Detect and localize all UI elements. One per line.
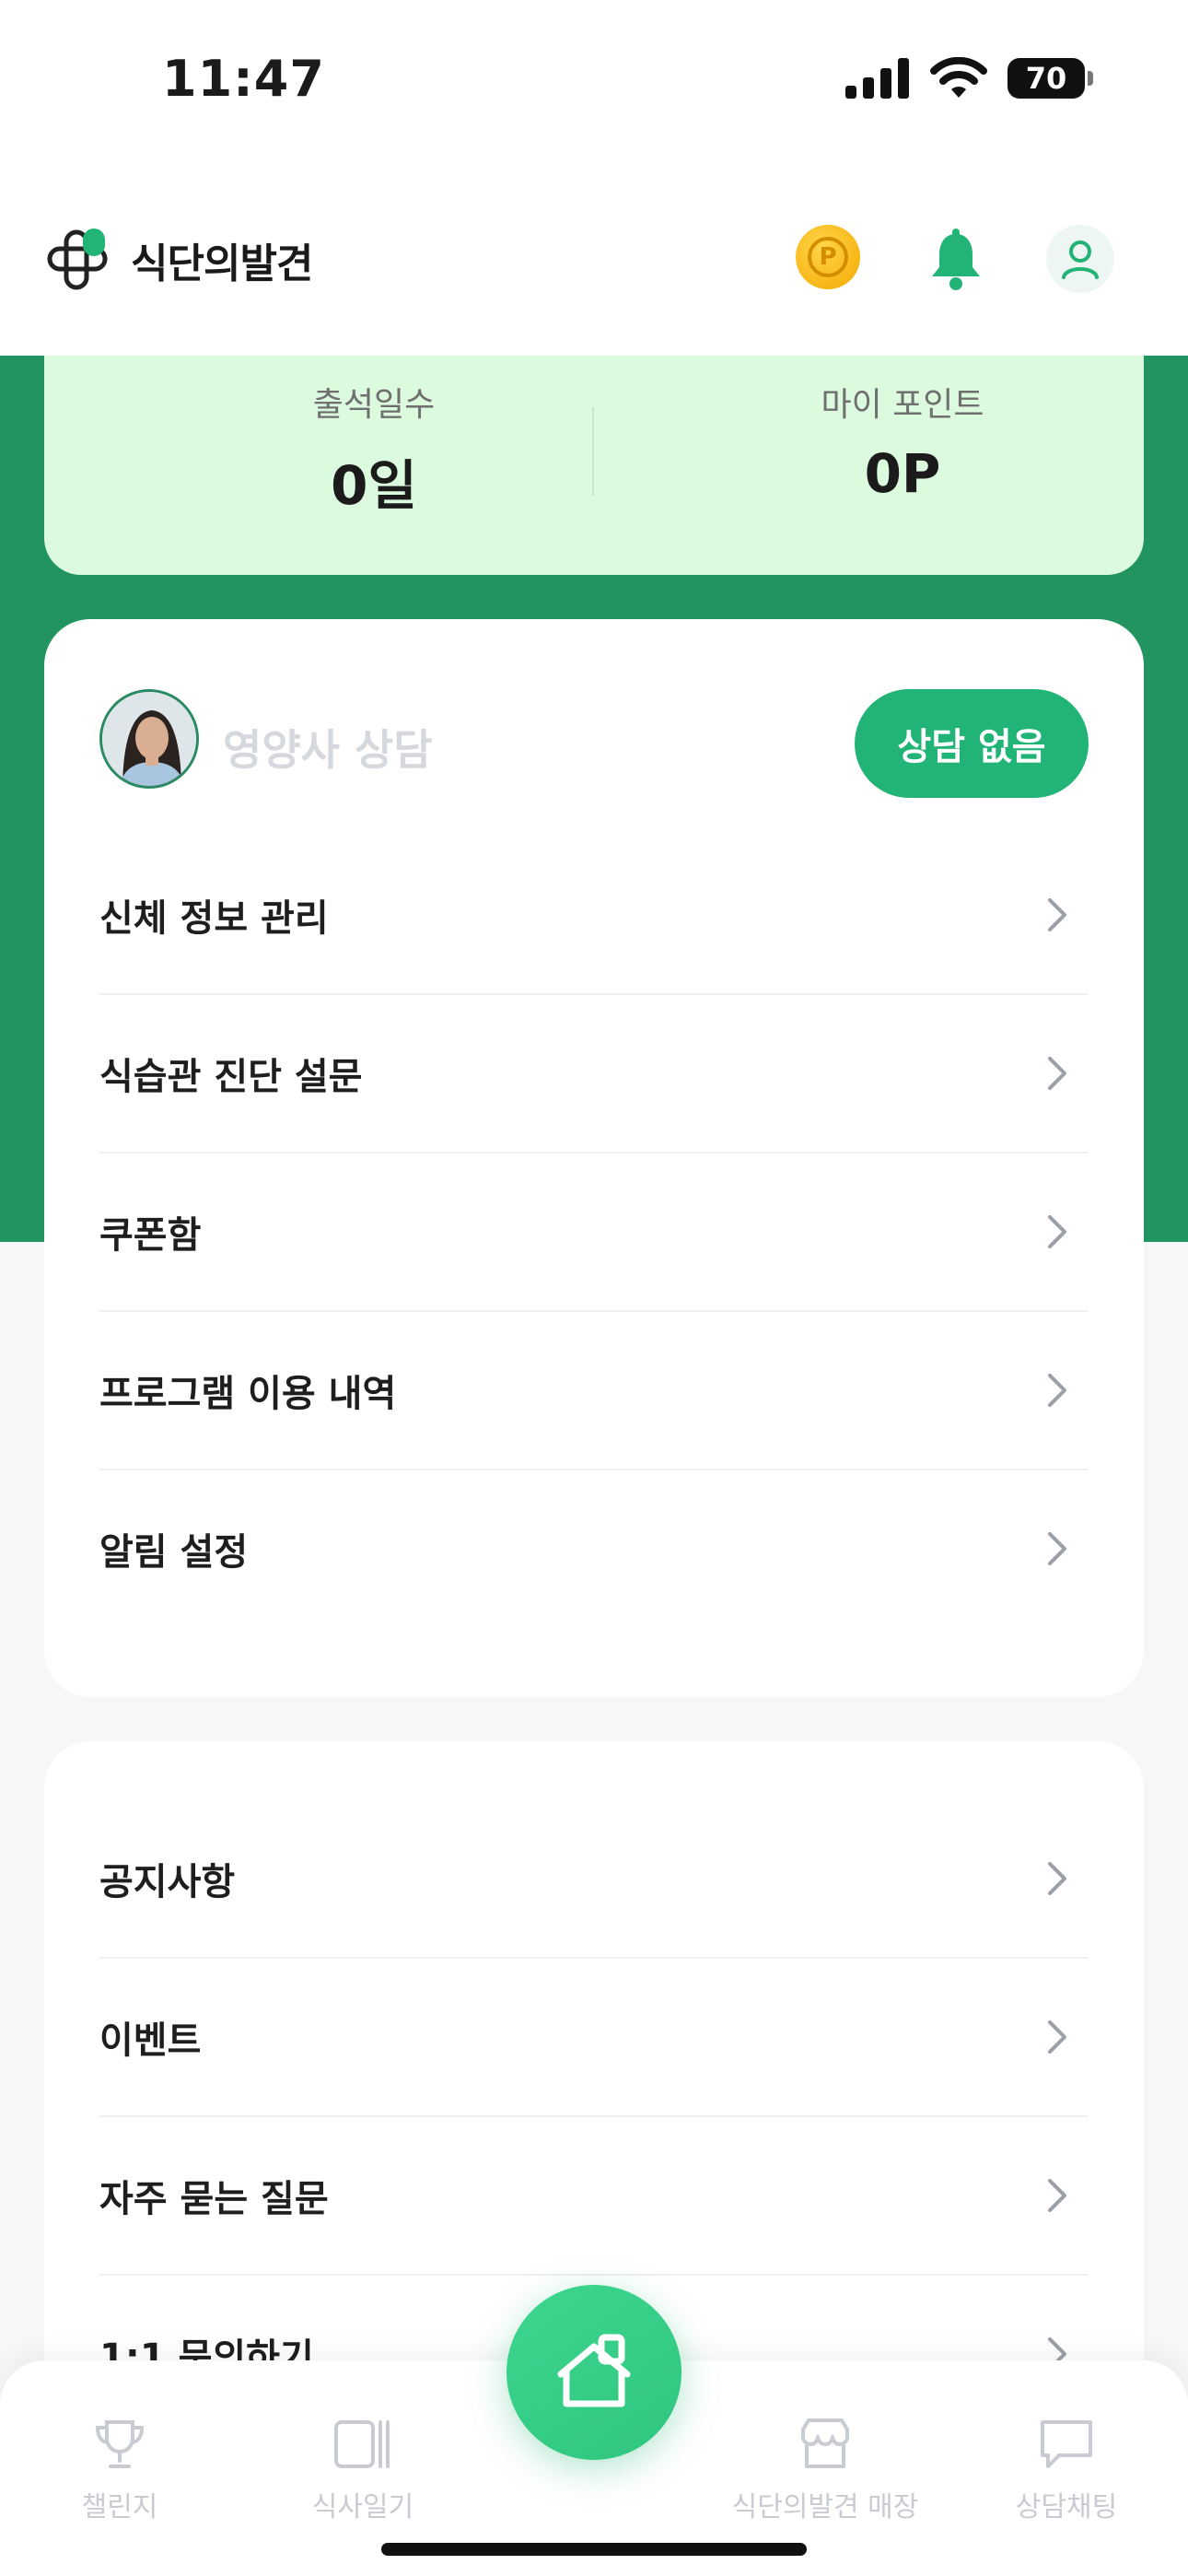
home-icon [557, 2334, 631, 2407]
app-header: 식단의발견 P [0, 166, 1188, 356]
nav-label-challenge: 챌린지 [81, 2491, 158, 2523]
battery-icon: 70 [1007, 58, 1093, 99]
menu-item-label: 이벤트 [99, 2020, 202, 2062]
attendance-value: 0일 [331, 454, 417, 517]
nav-item-diary[interactable]: 식사일기 [262, 2412, 464, 2524]
menu-item-label: 공지사항 [99, 1861, 236, 1903]
attendance-stat: 출석일수 0일 [144, 378, 604, 520]
nav-label-diary: 식사일기 [311, 2491, 414, 2523]
diary-icon [334, 2420, 390, 2468]
counsel-title: 영양사 상담 [223, 725, 433, 775]
primary-menu-list: 신체 정보 관리 식습관 진단 설문 쿠폰함 프로그램 이용 내역 알림 설정 [99, 837, 1089, 1627]
menu-item-label: 프로그램 이용 내역 [99, 1373, 397, 1415]
chevron-right-icon [1048, 1374, 1066, 1407]
nav-label-chat: 상담채팅 [1015, 2491, 1118, 2523]
chevron-right-icon [1048, 2020, 1066, 2054]
points-value: 0P [864, 442, 941, 505]
menu-item-label: 쿠폰함 [99, 1214, 202, 1257]
chevron-right-icon [1048, 1862, 1066, 1895]
menu-item-label: 알림 설정 [99, 1531, 249, 1574]
app-logo[interactable]: 식단의발견 [46, 227, 313, 293]
logo-mark-icon [47, 228, 108, 290]
menu-item-events[interactable]: 이벤트 [99, 1959, 1089, 2117]
point-coin-icon[interactable]: P [796, 225, 860, 289]
menu-item-eating-survey[interactable]: 식습관 진단 설문 [99, 995, 1089, 1153]
menu-item-program-history[interactable]: 프로그램 이용 내역 [99, 1312, 1089, 1470]
profile-button[interactable] [1046, 225, 1114, 293]
status-icons: 70 [845, 57, 1093, 100]
home-fab-button[interactable] [507, 2285, 681, 2460]
stats-divider [592, 407, 594, 496]
menu-item-notification-settings[interactable]: 알림 설정 [99, 1470, 1089, 1627]
points-stat[interactable]: 마이 포인트 0P [672, 378, 1133, 505]
battery-level: 70 [1025, 61, 1067, 96]
logo-text: 식단의발견 [131, 240, 313, 287]
menu-item-coupons[interactable]: 쿠폰함 [99, 1153, 1089, 1312]
profile-icon [1062, 240, 1099, 279]
nav-item-store[interactable]: 식단의발견 매장 [715, 2412, 936, 2524]
nav-label-store: 식단의발견 매장 [731, 2491, 919, 2523]
menu-item-label: 식습관 진단 설문 [99, 1056, 363, 1098]
counsel-status-button[interactable]: 상담 없음 [855, 689, 1089, 798]
chevron-right-icon [1048, 1215, 1066, 1248]
menu-item-faq[interactable]: 자주 묻는 질문 [99, 2117, 1089, 2276]
nav-item-challenge[interactable]: 챌린지 [18, 2412, 221, 2524]
account-menu-card: 영양사 상담 상담 없음 신체 정보 관리 식습관 진단 설문 쿠폰함 프로그램… [44, 619, 1144, 1697]
menu-item-body-info[interactable]: 신체 정보 관리 [99, 837, 1089, 995]
coin-letter: P [808, 237, 848, 277]
store-icon [801, 2418, 849, 2468]
stats-card: 출석일수 0일 마이 포인트 0P [44, 356, 1144, 575]
trophy-icon [95, 2420, 145, 2468]
chevron-right-icon [1048, 898, 1066, 931]
nutritionist-photo [102, 692, 196, 786]
nutritionist-counsel-row: 영양사 상담 상담 없음 [99, 689, 1089, 798]
chevron-right-icon [1048, 2179, 1066, 2212]
menu-item-label: 자주 묻는 질문 [99, 2178, 329, 2220]
status-time: 11:47 [162, 50, 325, 108]
chat-icon [1041, 2420, 1092, 2468]
chevron-right-icon [1048, 1532, 1066, 1565]
menu-item-label: 신체 정보 관리 [99, 897, 329, 940]
bell-icon[interactable] [923, 227, 989, 293]
wifi-icon [930, 57, 987, 98]
cellular-signal-icon [845, 58, 909, 99]
status-bar: 11:47 70 [0, 0, 1188, 166]
home-indicator [381, 2543, 807, 2556]
nav-item-chat[interactable]: 상담채팅 [965, 2412, 1168, 2524]
points-label: 마이 포인트 [821, 386, 984, 424]
chevron-right-icon [1048, 1057, 1066, 1090]
menu-item-notices[interactable]: 공지사항 [99, 1800, 1089, 1959]
attendance-label: 출석일수 [312, 386, 436, 424]
nutritionist-avatar [99, 689, 199, 789]
